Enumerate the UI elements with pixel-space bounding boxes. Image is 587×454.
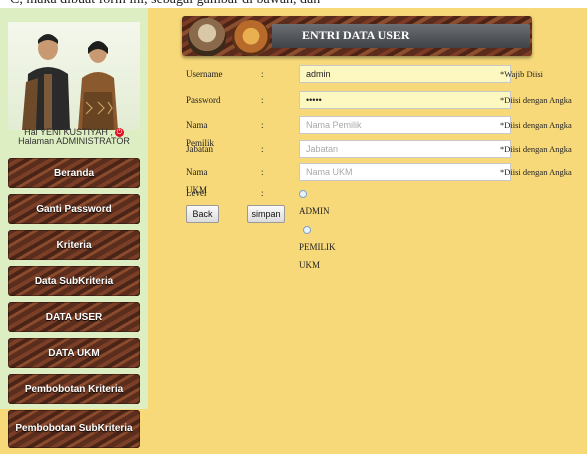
sidebar-item-data-ukm[interactable]: DATA UKM	[8, 338, 140, 368]
couple-portrait-image	[22, 34, 118, 130]
simpan-button[interactable]: simpan	[247, 205, 285, 223]
wayang-mask-icon	[188, 18, 226, 56]
top-caption-text: C, maka dibuat form ini, sebagai gambar …	[10, 0, 320, 8]
colon: :	[261, 144, 264, 154]
radio-pemilik-ukm[interactable]	[303, 225, 311, 234]
sidebar-item-pembobotan-kriteria[interactable]: Pembobotan Kriteria	[8, 374, 140, 404]
sidebar: Hai YENI KUSTIYAH , ⏻ Halaman ADMINISTRAT…	[0, 8, 148, 448]
colon: :	[261, 120, 264, 130]
password-label: Password	[186, 95, 221, 105]
nama-ukm-note: *Diisi dengan Angka	[500, 167, 572, 177]
nama-pemilik-note: *Diisi dengan Angka	[500, 120, 572, 130]
username-input[interactable]: admin	[299, 65, 511, 83]
radio-pemilik-ukm-label: PEMILIK UKM	[299, 242, 336, 270]
level-radio-group: ADMIN PEMILIK UKM	[299, 184, 336, 274]
password-note: *Diisi dengan Angka	[500, 95, 572, 105]
radio-admin-label: ADMIN	[299, 206, 330, 216]
sidebar-item-data-user[interactable]: DATA USER	[8, 302, 140, 332]
colon: :	[261, 188, 264, 198]
radio-admin[interactable]	[299, 189, 307, 198]
username-note: *Wajib Diisi	[500, 69, 543, 79]
wayang-mask-icon	[232, 20, 270, 56]
page-header-banner: ENTRI DATA USER	[182, 16, 532, 56]
sidebar-item-kriteria[interactable]: Kriteria	[8, 230, 140, 260]
greeting-block: Hai YENI KUSTIYAH , ⏻ Halaman ADMINISTRAT…	[0, 128, 148, 146]
sidebar-item-ganti-password[interactable]: Ganti Password	[8, 194, 140, 224]
page-title: ENTRI DATA USER	[302, 28, 410, 42]
role-text: Halaman ADMINISTRATOR	[18, 136, 130, 147]
top-caption-strip: C, maka dibuat form ini, sebagai gambar …	[0, 0, 587, 8]
colon: :	[261, 167, 264, 177]
password-input[interactable]: •••••	[299, 91, 511, 109]
sidebar-menu: Beranda Ganti Password Kriteria Data Sub…	[8, 158, 140, 454]
colon: :	[261, 69, 264, 79]
username-label: Username	[186, 69, 223, 79]
nama-ukm-input[interactable]: Nama UKM	[299, 163, 511, 181]
level-label: Level	[186, 188, 207, 198]
user-portrait	[8, 22, 140, 130]
back-button[interactable]: Back	[186, 205, 219, 223]
jabatan-note: *Diisi dengan Angka	[500, 144, 572, 154]
nama-pemilik-input[interactable]: Nama Pemilik	[299, 116, 511, 134]
jabatan-label: Jabatan	[186, 144, 213, 154]
jabatan-input[interactable]: Jabatan	[299, 140, 511, 158]
sidebar-item-pembobotan-subkriteria[interactable]: Pembobotan SubKriteria	[8, 410, 140, 448]
colon: :	[261, 95, 264, 105]
sidebar-item-data-subkriteria[interactable]: Data SubKriteria	[8, 266, 140, 296]
sidebar-item-beranda[interactable]: Beranda	[8, 158, 140, 188]
